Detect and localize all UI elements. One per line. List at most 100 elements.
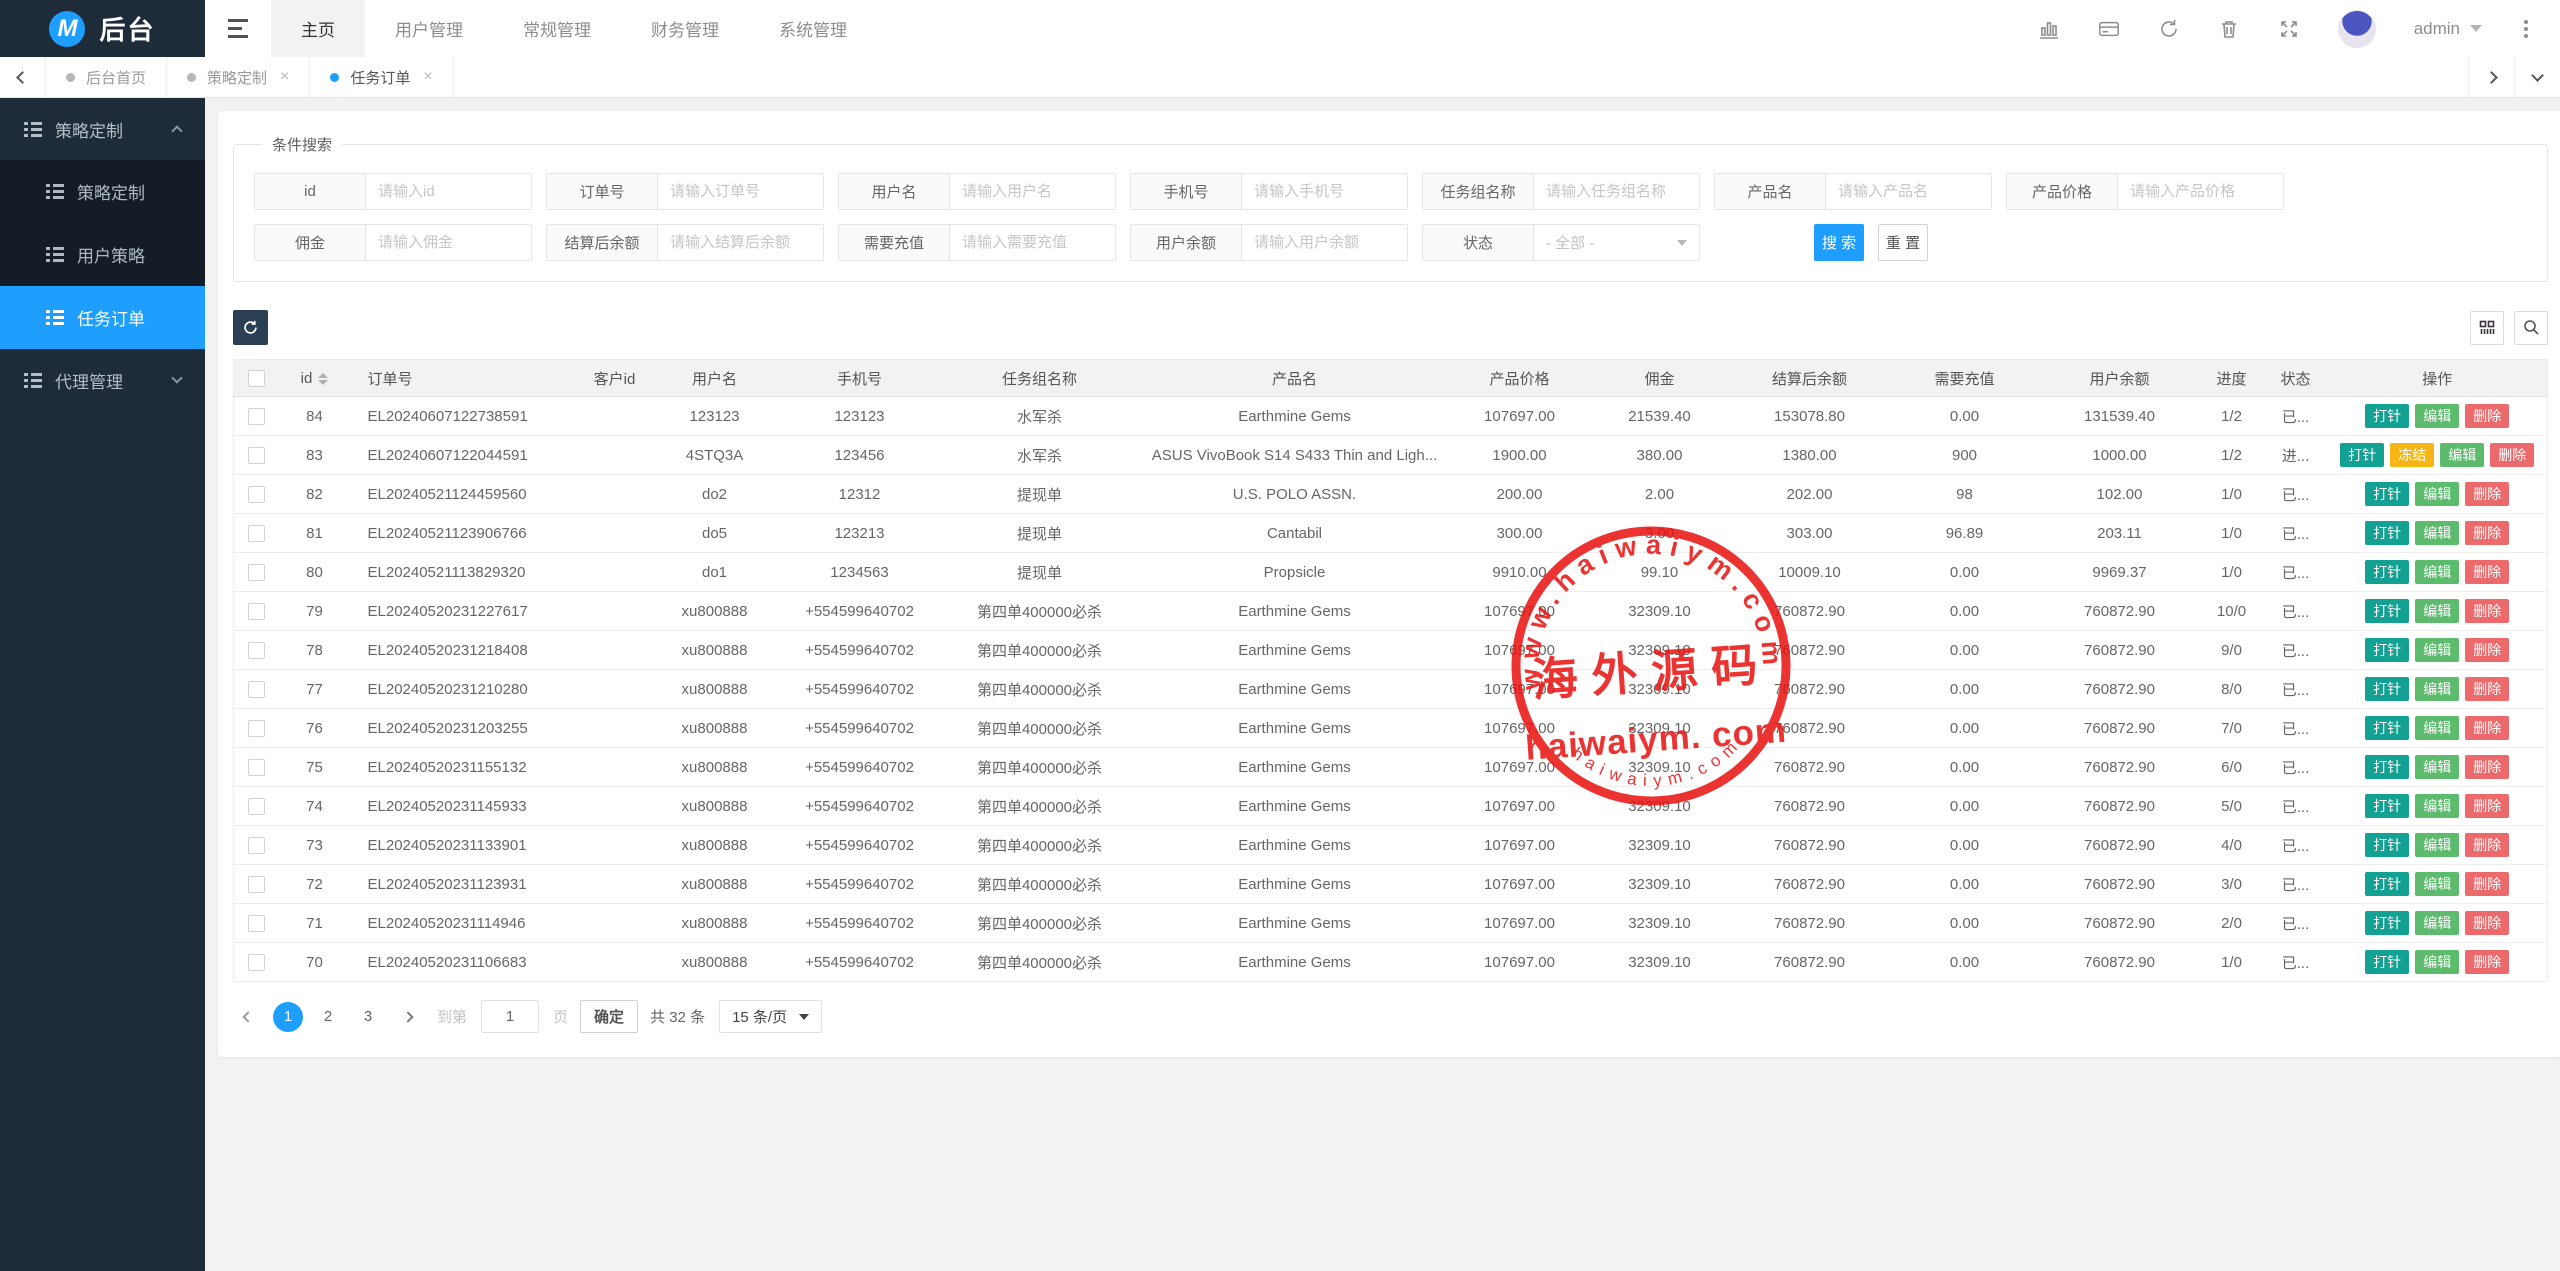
search-input-id[interactable] <box>366 174 531 209</box>
nav-item-常规管理[interactable]: 常规管理 <box>493 0 621 57</box>
jump-page-input[interactable] <box>481 1000 539 1033</box>
page-button-3[interactable]: 3 <box>353 1002 383 1032</box>
action-button-打针[interactable]: 打针 <box>2340 443 2384 468</box>
action-button-删除[interactable]: 删除 <box>2465 599 2509 624</box>
action-button-编辑[interactable]: 编辑 <box>2415 521 2459 546</box>
action-button-删除[interactable]: 删除 <box>2465 404 2509 429</box>
action-button-打针[interactable]: 打针 <box>2365 833 2409 858</box>
page-size-select[interactable]: 15 条/页 <box>719 1000 822 1033</box>
action-button-删除[interactable]: 删除 <box>2465 833 2509 858</box>
search-input-用户余额[interactable] <box>1242 225 1407 260</box>
action-button-打针[interactable]: 打针 <box>2365 911 2409 936</box>
action-button-打针[interactable]: 打针 <box>2365 521 2409 546</box>
action-button-编辑[interactable]: 编辑 <box>2415 638 2459 663</box>
action-button-删除[interactable]: 删除 <box>2465 872 2509 897</box>
row-checkbox[interactable] <box>248 564 265 581</box>
page-button-1[interactable]: 1 <box>273 1002 303 1032</box>
refresh-table-button[interactable] <box>233 310 268 345</box>
row-checkbox[interactable] <box>248 876 265 893</box>
user-menu[interactable]: admin <box>2414 19 2482 39</box>
action-button-编辑[interactable]: 编辑 <box>2415 755 2459 780</box>
row-checkbox[interactable] <box>248 642 265 659</box>
search-input-任务组名称[interactable] <box>1534 174 1699 209</box>
action-button-删除[interactable]: 删除 <box>2465 677 2509 702</box>
confirm-page-button[interactable]: 确定 <box>580 1000 638 1033</box>
sidebar-group-代理管理[interactable]: 代理管理 <box>0 349 205 411</box>
search-input-佣金[interactable] <box>366 225 531 260</box>
action-button-删除[interactable]: 删除 <box>2465 638 2509 663</box>
row-checkbox[interactable] <box>248 915 265 932</box>
tab-任务订单[interactable]: 任务订单× <box>310 57 453 97</box>
search-toggle-icon[interactable] <box>2514 311 2548 345</box>
row-checkbox[interactable] <box>248 798 265 815</box>
nav-item-主页[interactable]: 主页 <box>271 0 365 57</box>
sidebar-group-策略定制[interactable]: 策略定制 <box>0 98 205 160</box>
tab-后台首页[interactable]: 后台首页 <box>46 57 167 97</box>
action-button-编辑[interactable]: 编辑 <box>2415 833 2459 858</box>
action-button-打针[interactable]: 打针 <box>2365 638 2409 663</box>
action-button-编辑[interactable]: 编辑 <box>2415 950 2459 975</box>
more-options-icon[interactable] <box>2520 16 2532 42</box>
action-button-打针[interactable]: 打针 <box>2365 599 2409 624</box>
tabs-scroll-right-button[interactable] <box>2468 57 2514 97</box>
search-input-用户名[interactable] <box>950 174 1115 209</box>
action-button-打针[interactable]: 打针 <box>2365 794 2409 819</box>
chart-icon[interactable] <box>2038 18 2060 40</box>
fullscreen-icon[interactable] <box>2278 18 2300 40</box>
action-button-删除[interactable]: 删除 <box>2465 560 2509 585</box>
row-checkbox[interactable] <box>248 486 265 503</box>
sidebar-item-任务订单[interactable]: 任务订单 <box>0 286 205 349</box>
refresh-icon[interactable] <box>2158 18 2180 40</box>
prev-page-button[interactable] <box>233 1002 263 1032</box>
action-button-删除[interactable]: 删除 <box>2465 716 2509 741</box>
nav-item-用户管理[interactable]: 用户管理 <box>365 0 493 57</box>
tabs-menu-button[interactable] <box>2514 57 2560 97</box>
card-icon[interactable] <box>2098 18 2120 40</box>
action-button-删除[interactable]: 删除 <box>2465 794 2509 819</box>
collapse-menu-icon[interactable] <box>205 0 271 57</box>
action-button-删除[interactable]: 删除 <box>2490 443 2534 468</box>
nav-item-财务管理[interactable]: 财务管理 <box>621 0 749 57</box>
sidebar-item-策略定制[interactable]: 策略定制 <box>0 160 205 223</box>
row-checkbox[interactable] <box>248 525 265 542</box>
action-button-编辑[interactable]: 编辑 <box>2415 716 2459 741</box>
avatar[interactable] <box>2338 10 2376 48</box>
row-checkbox[interactable] <box>248 837 265 854</box>
action-button-打针[interactable]: 打针 <box>2365 950 2409 975</box>
row-checkbox[interactable] <box>248 681 265 698</box>
action-button-删除[interactable]: 删除 <box>2465 482 2509 507</box>
columns-filter-icon[interactable] <box>2470 311 2504 345</box>
sort-icon[interactable] <box>318 373 328 385</box>
action-button-编辑[interactable]: 编辑 <box>2415 677 2459 702</box>
row-checkbox[interactable] <box>248 954 265 971</box>
action-button-删除[interactable]: 删除 <box>2465 521 2509 546</box>
next-page-button[interactable] <box>393 1002 423 1032</box>
tabs-scroll-left-button[interactable] <box>0 57 46 97</box>
tab-策略定制[interactable]: 策略定制× <box>167 57 310 97</box>
search-input-订单号[interactable] <box>658 174 823 209</box>
action-button-打针[interactable]: 打针 <box>2365 560 2409 585</box>
nav-item-系统管理[interactable]: 系统管理 <box>749 0 877 57</box>
search-input-需要充值[interactable] <box>950 225 1115 260</box>
action-button-删除[interactable]: 删除 <box>2465 911 2509 936</box>
page-button-2[interactable]: 2 <box>313 1002 343 1032</box>
row-checkbox[interactable] <box>248 408 265 425</box>
action-button-编辑[interactable]: 编辑 <box>2415 560 2459 585</box>
tab-close-icon[interactable]: × <box>280 68 289 86</box>
select-all-checkbox[interactable] <box>248 370 265 387</box>
search-input-手机号[interactable] <box>1242 174 1407 209</box>
action-button-编辑[interactable]: 编辑 <box>2415 794 2459 819</box>
action-button-打针[interactable]: 打针 <box>2365 716 2409 741</box>
trash-icon[interactable] <box>2218 18 2240 40</box>
tab-close-icon[interactable]: × <box>423 68 432 86</box>
action-button-编辑[interactable]: 编辑 <box>2440 443 2484 468</box>
action-button-删除[interactable]: 删除 <box>2465 755 2509 780</box>
search-input-结算后余额[interactable] <box>658 225 823 260</box>
action-button-打针[interactable]: 打针 <box>2365 677 2409 702</box>
row-checkbox[interactable] <box>248 720 265 737</box>
row-checkbox[interactable] <box>248 447 265 464</box>
action-button-编辑[interactable]: 编辑 <box>2415 872 2459 897</box>
action-button-删除[interactable]: 删除 <box>2465 950 2509 975</box>
action-button-打针[interactable]: 打针 <box>2365 872 2409 897</box>
search-input-产品名[interactable] <box>1826 174 1991 209</box>
